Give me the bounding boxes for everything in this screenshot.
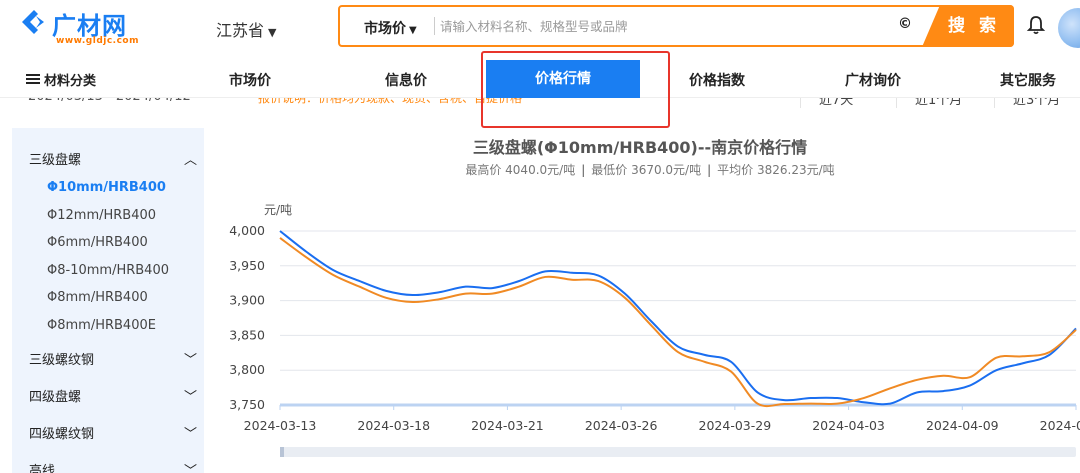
province-label: 江苏省 — [216, 21, 265, 40]
y-tick-label: 3,900 — [229, 293, 265, 308]
series-line-2[interactable] — [279, 237, 1077, 408]
copyright-icon[interactable]: © — [898, 16, 912, 32]
sidebar-group-label: 三级螺纹钢 — [29, 353, 95, 368]
user-avatar[interactable] — [1058, 8, 1080, 48]
search-type-dropdown[interactable]: 市场价 ▼ — [340, 7, 429, 45]
x-tick-label: 2024-04-03 — [812, 418, 885, 433]
nav-other-services[interactable]: 其它服务 — [1000, 70, 1056, 90]
x-tick-label: 2024-04-09 — [926, 418, 999, 433]
nav-market-price[interactable]: 市场价 — [229, 70, 271, 90]
sidebar-group-gaoxian[interactable]: 高线 ﹀ — [29, 460, 197, 473]
stat-max-price: 最高价 4040.0元/吨 — [465, 163, 576, 177]
price-line-chart[interactable]: 元/吨 3,750 3,800 3,850 3,900 3,950 4,000 2024-03… — [204, 195, 1080, 473]
zoom-slider-handle-left[interactable] — [280, 447, 284, 457]
x-tick-label: 2024-03-29 — [699, 418, 772, 433]
search-divider — [434, 17, 435, 35]
stat-separator: | — [707, 163, 712, 177]
nav-inquiry[interactable]: 广材询价 — [845, 70, 901, 90]
search-button[interactable]: 搜 索 — [922, 5, 1014, 47]
y-tick-label: 3,850 — [229, 327, 265, 342]
y-axis-unit: 元/吨 — [264, 203, 292, 217]
chart-title: 三级盘螺(Φ10mm/HRB400)--南京价格行情 — [472, 138, 808, 157]
top-header: 广材网 www.gldjc.com 江苏省▼ 市场价▼ © 搜 索 — [0, 0, 1080, 56]
sidebar-item-phi8-10-hrb400[interactable]: Φ8-10mm/HRB400 — [47, 263, 169, 278]
chart-stats: 最高价 4040.0元/吨 | 最低价 3670.0元/吨 | 平均价 3826.23元… — [380, 161, 920, 178]
chevron-up-icon: ︿ — [183, 153, 197, 168]
nav-info-price[interactable]: 信息价 — [385, 70, 427, 90]
province-selector[interactable]: 江苏省 ▼ — [216, 17, 276, 41]
sidebar-item-phi6-hrb400[interactable]: Φ6mm/HRB400 — [47, 235, 148, 250]
x-tick-label: 2024-04-12 — [1040, 418, 1080, 433]
y-tick-label: 3,950 — [229, 258, 265, 273]
stat-avg-price: 平均价 3826.23元/吨 — [717, 163, 835, 177]
sidebar-item-phi8-hrb400e[interactable]: Φ8mm/HRB400E — [47, 318, 156, 333]
search-type-label: 市场价 — [364, 21, 406, 37]
search-input[interactable] — [440, 11, 860, 41]
nav-price-index[interactable]: 价格指数 — [689, 70, 745, 90]
category-menu[interactable]: 材料分类 — [26, 70, 96, 89]
sidebar-group-label: 高线 — [29, 464, 56, 473]
sidebar-group-sijiluowengang[interactable]: 四级螺纹钢 ﹀ — [29, 423, 197, 442]
bell-icon[interactable] — [1026, 14, 1046, 36]
y-tick-label: 3,750 — [229, 397, 265, 412]
sidebar-group-label: 四级螺纹钢 — [29, 427, 95, 442]
chevron-down-icon: ﹀ — [183, 390, 197, 405]
site-logo[interactable]: 广材网 www.gldjc.com — [20, 6, 150, 48]
chevron-down-icon: ﹀ — [183, 353, 197, 368]
main-nav: 材料分类 市场价 信息价 价格行情 价格指数 广材询价 其它服务 — [0, 60, 1080, 98]
sidebar-item-phi8-hrb400[interactable]: Φ8mm/HRB400 — [47, 290, 148, 305]
logo-url: www.gldjc.com — [56, 36, 139, 46]
x-tick-label: 2024-03-26 — [585, 418, 658, 433]
sidebar-item-phi10-hrb400[interactable]: Φ10mm/HRB400 — [47, 180, 166, 195]
sidebar-group-sijipanluo[interactable]: 四级盘螺 ﹀ — [29, 386, 197, 405]
y-tick-label: 3,800 — [229, 362, 265, 377]
caret-down-icon: ▼ — [409, 25, 417, 36]
nav-price-trend[interactable]: 价格行情 — [486, 60, 640, 98]
x-tick-label: 2024-03-13 — [244, 418, 317, 433]
category-sidebar: 三级盘螺 ︿ Φ10mm/HRB400 Φ12mm/HRB400 Φ6mm/HR… — [12, 128, 204, 473]
stat-min-price: 最低价 3670.0元/吨 — [591, 163, 702, 177]
chevron-down-icon: ﹀ — [183, 427, 197, 442]
zoom-slider-track[interactable] — [280, 447, 1076, 457]
x-tick-label: 2024-03-21 — [471, 418, 544, 433]
sidebar-item-phi12-hrb400[interactable]: Φ12mm/HRB400 — [47, 208, 156, 223]
sidebar-group-label: 四级盘螺 — [29, 390, 82, 405]
category-label: 材料分类 — [44, 74, 97, 89]
menu-icon — [26, 72, 40, 86]
caret-down-icon: ▼ — [268, 26, 277, 39]
sidebar-group-label: 三级盘螺 — [29, 153, 82, 168]
chevron-down-icon: ﹀ — [183, 464, 197, 473]
y-tick-label: 4,000 — [229, 223, 265, 238]
sidebar-group-sanjipanluo[interactable]: 三级盘螺 ︿ — [29, 149, 197, 168]
search-box: 市场价▼ © 搜 索 — [338, 5, 1014, 47]
logo-mark-icon — [22, 10, 44, 34]
sidebar-group-sanjiluowengang[interactable]: 三级螺纹钢 ﹀ — [29, 349, 197, 368]
stat-separator: | — [581, 163, 586, 177]
x-tick-label: 2024-03-18 — [357, 418, 430, 433]
